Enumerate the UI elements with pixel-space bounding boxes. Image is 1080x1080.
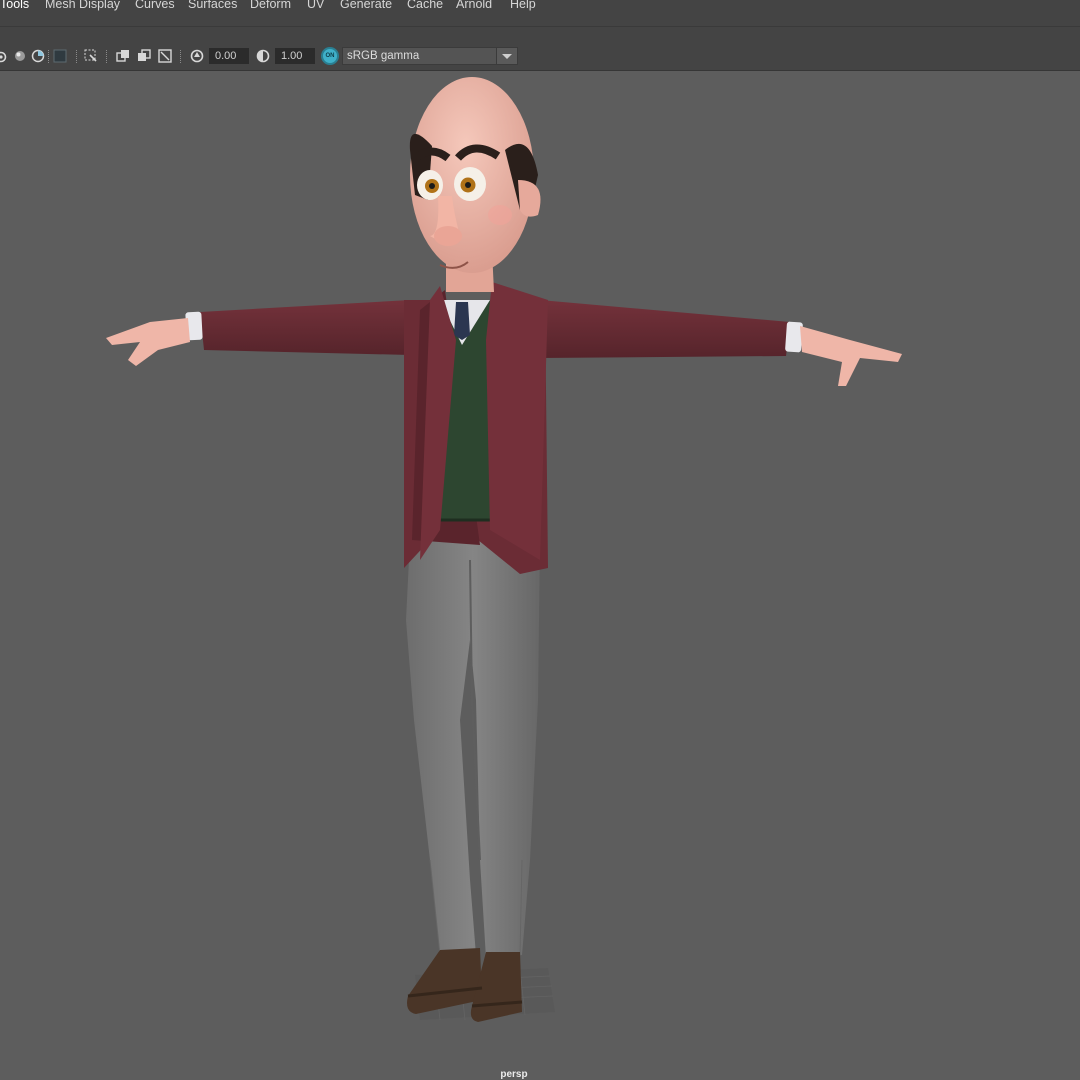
- menu-bar: Tools Mesh Display Curves Surfaces Defor…: [0, 0, 1080, 27]
- camera-tumble-icon[interactable]: [0, 49, 8, 63]
- menu-deform[interactable]: Deform: [250, 0, 291, 11]
- resolution-gate-icon[interactable]: [84, 49, 98, 63]
- character-model: [106, 77, 902, 1022]
- film-gate-icon[interactable]: [137, 49, 151, 63]
- gamma-field[interactable]: [275, 48, 315, 64]
- menu-tools[interactable]: Tools: [0, 0, 29, 11]
- view-transform-value: sRGB gamma: [347, 50, 420, 62]
- exposure-icon[interactable]: [190, 49, 204, 63]
- menu-mesh-display[interactable]: Mesh Display: [45, 0, 120, 11]
- pants: [406, 540, 540, 958]
- exposure-field[interactable]: [209, 48, 249, 64]
- view-transform-dropdown[interactable]: sRGB gamma: [342, 47, 518, 65]
- perspective-viewport[interactable]: persp: [0, 71, 1080, 1080]
- gate-mask-icon[interactable]: [116, 49, 130, 63]
- color-management-label: ON: [325, 53, 335, 59]
- menu-arnold[interactable]: Arnold: [456, 0, 492, 11]
- safe-action-icon[interactable]: [158, 49, 172, 63]
- head: [409, 77, 541, 273]
- menu-surfaces[interactable]: Surfaces: [188, 0, 237, 11]
- gamma-icon[interactable]: [256, 49, 270, 63]
- isolate-select-icon[interactable]: [13, 49, 27, 63]
- toolbar-separator: [106, 50, 109, 63]
- grid-toggle-icon[interactable]: [31, 49, 45, 63]
- toolbar-separator: [180, 50, 183, 63]
- camera-label: persp: [500, 1069, 528, 1080]
- panel-toolbar: ON sRGB gamma: [0, 27, 1080, 71]
- xray-icon[interactable]: [53, 49, 67, 63]
- necktie: [454, 302, 470, 340]
- toolbar-separator: [48, 50, 51, 63]
- menu-cache[interactable]: Cache: [407, 0, 443, 11]
- menu-generate[interactable]: Generate: [340, 0, 392, 11]
- menu-curves[interactable]: Curves: [135, 0, 175, 11]
- toolbar-separator: [76, 50, 79, 63]
- menu-help[interactable]: Help: [510, 0, 536, 11]
- menu-uv[interactable]: UV: [307, 0, 324, 11]
- color-management-toggle[interactable]: ON: [321, 47, 339, 65]
- chevron-down-icon[interactable]: [496, 48, 517, 64]
